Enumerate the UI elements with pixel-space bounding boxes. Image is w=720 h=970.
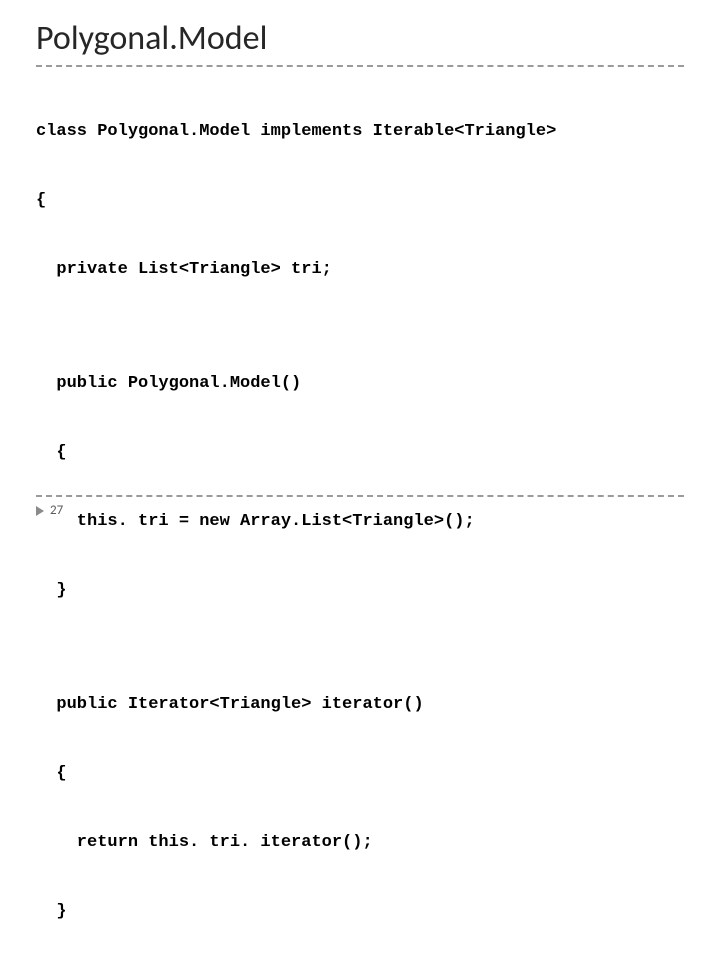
code-line: } (36, 901, 684, 924)
code-line: return this. tri. iterator(); (36, 832, 684, 855)
code-line: public Iterator<Triangle> iterator() (36, 694, 684, 717)
code-line: { (36, 763, 684, 786)
slide-footer: 27 (36, 495, 684, 518)
arrow-right-icon (36, 506, 44, 516)
code-line: { (36, 190, 684, 213)
title-divider (36, 65, 684, 67)
page-number: 27 (50, 503, 63, 518)
code-line: { (36, 442, 684, 465)
code-line: } (36, 580, 684, 603)
code-line: public Polygonal.Model() (36, 373, 684, 396)
code-line: private List<Triangle> tri; (36, 259, 684, 282)
slide-title: Polygonal.Model (36, 18, 684, 59)
code-line: class Polygonal.Model implements Iterabl… (36, 121, 684, 144)
code-block: class Polygonal.Model implements Iterabl… (36, 75, 684, 970)
